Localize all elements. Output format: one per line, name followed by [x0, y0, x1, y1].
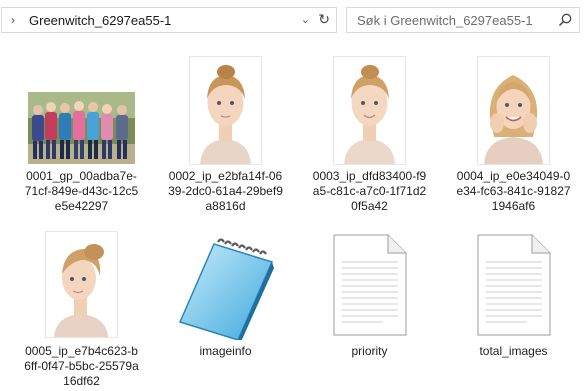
chevron-right-icon[interactable]: ›	[11, 13, 25, 27]
portrait-thumbnail	[46, 232, 117, 337]
portrait-thumbnail	[334, 57, 405, 164]
file-item[interactable]: imageinfo	[168, 232, 283, 391]
address-bar[interactable]: › Greenwitch_6297ea55-1 ⌄ ↻	[1, 7, 337, 33]
text-file-icon	[333, 234, 407, 336]
portrait-thumbnail	[478, 57, 549, 164]
refresh-icon[interactable]: ↻	[318, 11, 330, 28]
chevron-down-icon[interactable]: ⌄	[301, 13, 310, 26]
search-icon[interactable]	[557, 12, 573, 28]
file-item[interactable]: 0004_ip_e0e34049-0e34-fc63-841c-91827194…	[456, 57, 571, 227]
file-name: 0004_ip_e0e34049-0e34-fc63-841c-91827194…	[456, 169, 571, 213]
notepad-icon	[178, 238, 274, 340]
search-placeholder[interactable]: Søk i Greenwitch_6297ea55-1	[357, 13, 533, 28]
file-name: priority	[351, 344, 388, 358]
file-name: total_images	[479, 344, 548, 358]
portrait-thumbnail	[190, 57, 261, 164]
file-name: 0001_gp_00adba7e-71cf-849e-d43c-12c5e5e4…	[24, 169, 139, 213]
text-file-icon	[477, 234, 551, 336]
file-item[interactable]: priority	[312, 232, 427, 391]
search-input[interactable]: Søk i Greenwitch_6297ea55-1	[346, 7, 580, 33]
file-item[interactable]: total_images	[456, 232, 571, 391]
file-item[interactable]: 0003_ip_dfd83400-f9a5-c81c-a7c0-1f71d20f…	[312, 57, 427, 227]
group-photo-thumbnail	[28, 92, 135, 164]
file-name: imageinfo	[199, 344, 252, 358]
file-item[interactable]: 0002_ip_e2bfa14f-0639-2dc0-61a4-29bef9a8…	[168, 57, 283, 227]
toolbar: › Greenwitch_6297ea55-1 ⌄ ↻ Søk i Greenw…	[0, 0, 585, 40]
file-item[interactable]: 0001_gp_00adba7e-71cf-849e-d43c-12c5e5e4…	[24, 57, 139, 227]
file-name: 0005_ip_e7b4c623-b6ff-0f47-b5bc-25579a16…	[24, 344, 139, 388]
address-path[interactable]: Greenwitch_6297ea55-1	[29, 13, 171, 28]
file-name: 0003_ip_dfd83400-f9a5-c81c-a7c0-1f71d20f…	[312, 169, 427, 213]
file-item[interactable]: 0005_ip_e7b4c623-b6ff-0f47-b5bc-25579a16…	[24, 232, 139, 391]
file-name: 0002_ip_e2bfa14f-0639-2dc0-61a4-29bef9a8…	[168, 169, 283, 213]
